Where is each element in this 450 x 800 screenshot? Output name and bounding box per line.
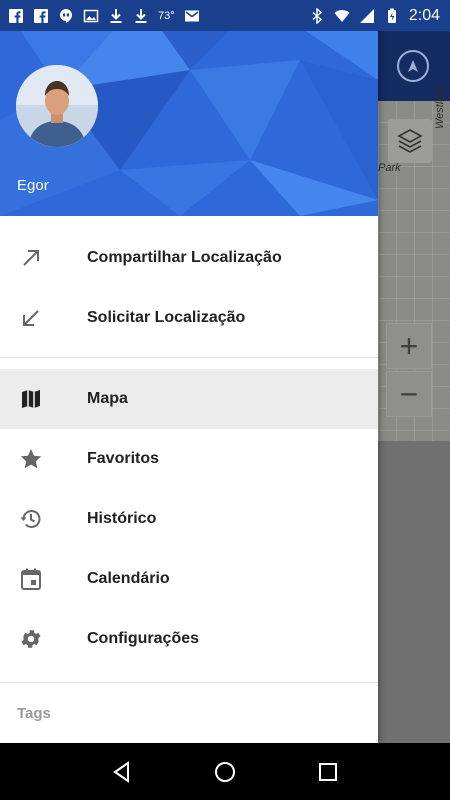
history-icon <box>19 507 43 531</box>
calendar-icon <box>19 567 43 591</box>
menu-item-map[interactable]: Mapa <box>0 369 378 429</box>
zoom-in-button[interactable]: + <box>386 323 432 369</box>
menu-item-label: Solicitar Localização <box>87 309 246 326</box>
clock-text: 2:04 <box>408 6 440 24</box>
divider <box>0 357 378 358</box>
map-view[interactable]: Westlake Park + − <box>378 31 450 743</box>
map-icon <box>19 387 43 411</box>
download-icon <box>108 8 124 24</box>
home-icon[interactable] <box>205 752 245 792</box>
map-park-label: Park <box>378 162 401 174</box>
menu-item-share-location[interactable]: Compartilhar Localização <box>0 228 378 288</box>
main-menu-group: Mapa Favoritos Histórico Calendário Conf… <box>0 369 378 669</box>
navigation-arrow-icon[interactable] <box>397 50 429 82</box>
arrow-up-right-icon <box>19 246 43 270</box>
drawer-header: Egor <box>0 0 378 216</box>
menu-item-label: Favoritos <box>87 450 160 467</box>
temperature-text: 73° <box>158 9 175 22</box>
signal-icon <box>359 8 375 24</box>
user-name: Egor <box>17 177 49 194</box>
menu-item-label: Compartilhar Localização <box>87 249 282 266</box>
status-bar: 73° 2:04 <box>0 0 450 31</box>
wifi-icon <box>334 8 350 24</box>
bluetooth-icon <box>309 7 325 24</box>
map-street-label: Westlake <box>434 83 446 129</box>
star-icon <box>19 447 43 471</box>
menu-item-label: Calendário <box>87 570 170 587</box>
mail-icon <box>184 8 200 24</box>
navigation-drawer: Egor Compartilhar Localização Solicitar … <box>0 0 378 743</box>
menu-item-calendar[interactable]: Calendário <box>0 549 378 609</box>
menu-item-favorites[interactable]: Favoritos <box>0 429 378 489</box>
zoom-out-button[interactable]: − <box>386 371 432 417</box>
facebook-icon <box>8 8 24 24</box>
menu-item-label: Mapa <box>87 390 128 407</box>
recents-icon[interactable] <box>308 752 348 792</box>
arrow-down-left-icon <box>19 306 43 330</box>
facebook-icon <box>33 8 49 24</box>
back-icon[interactable] <box>102 752 142 792</box>
menu-item-history[interactable]: Histórico <box>0 489 378 549</box>
battery-icon <box>384 8 400 24</box>
gear-icon <box>19 627 43 651</box>
menu-item-label: Histórico <box>87 510 157 527</box>
menu-item-label: Configurações <box>87 630 200 647</box>
system-nav-bar <box>0 743 450 800</box>
menu-item-request-location[interactable]: Solicitar Localização <box>0 288 378 348</box>
layers-icon[interactable] <box>388 119 432 163</box>
share-menu-group: Compartilhar Localização Solicitar Local… <box>0 228 378 348</box>
image-icon <box>83 8 99 24</box>
avatar[interactable] <box>16 65 98 147</box>
divider <box>0 682 378 683</box>
menu-item-settings[interactable]: Configurações <box>0 609 378 669</box>
download-icon <box>133 8 149 24</box>
map-dimmed-area <box>378 441 450 743</box>
hangouts-icon <box>58 8 74 24</box>
tags-subheader: Tags <box>17 705 51 722</box>
